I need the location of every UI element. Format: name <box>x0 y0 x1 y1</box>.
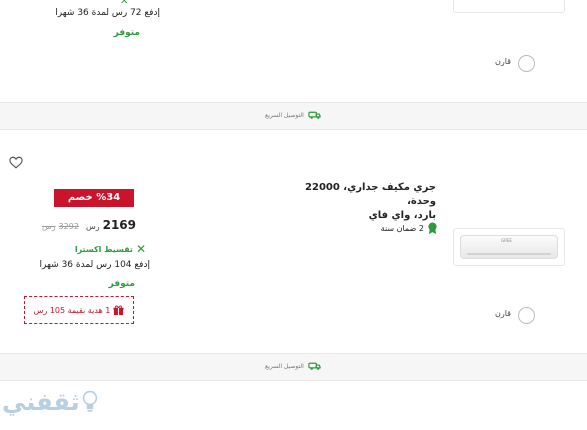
fast-delivery-bar: التوصيل السريع <box>0 102 587 130</box>
lightbulb-icon <box>82 390 97 412</box>
heart-icon[interactable] <box>9 156 23 169</box>
warranty-label: 2 ضمان سنة <box>380 224 424 233</box>
watermark-text: ثقفني <box>2 388 80 416</box>
compare-radio[interactable] <box>518 307 535 324</box>
warranty-row: 2 ضمان سنة <box>370 222 438 235</box>
brand-logo: GREE <box>501 238 512 243</box>
compare-label: قارن <box>495 57 511 66</box>
gift-icon <box>113 305 124 315</box>
gift-badge[interactable]: 1 هدية بقيمة 105 رس <box>24 296 134 324</box>
fast-delivery-label: التوصيل السريع <box>265 111 304 119</box>
truck-icon <box>308 362 321 370</box>
product-image[interactable]: GREE <box>453 228 565 266</box>
fast-delivery-bar: التوصيل السريع <box>0 353 587 381</box>
installment-text: إدفع 72 رس لمدة 36 شهرا <box>55 8 160 18</box>
air-conditioner-icon: GREE <box>460 235 558 259</box>
installment-icon: ✕ <box>135 242 146 256</box>
watermark: ثقفني <box>2 380 112 424</box>
old-price: 3292 <box>58 222 79 231</box>
old-currency: رس <box>41 222 56 231</box>
gift-text: 1 هدية بقيمة 105 رس <box>33 305 111 315</box>
availability-label: متوفر <box>108 279 135 289</box>
compare-radio[interactable] <box>518 55 535 72</box>
warranty-badge-icon <box>428 222 437 234</box>
product-title-line1: جري مكيف جداري، 22000 وحدة، <box>305 182 436 207</box>
fast-delivery-badge: التوصيل السريع <box>265 361 321 371</box>
product-title-line2: بارد، واي فاي <box>368 210 436 221</box>
availability-label: متوفر <box>113 28 140 38</box>
product-title[interactable]: جري مكيف جداري، 22000 وحدة، بارد، واي فا… <box>290 181 436 223</box>
price-row: رس 3292 رس 2169 <box>42 218 136 232</box>
product-card-2: جري مكيف جداري، 22000 وحدة، بارد، واي فا… <box>0 150 587 350</box>
installment-text: إدفع 104 رس لمدة 36 شهرا <box>39 260 150 270</box>
price: 2169 <box>102 218 136 232</box>
installment-icon: ✕ <box>120 0 129 7</box>
installment-brand: تقسيط اكسترا <box>74 244 133 254</box>
truck-icon <box>308 111 321 119</box>
product-card-1: ✕ إدفع 72 رس لمدة 36 شهرا متوفر قارن <box>0 0 587 100</box>
price-currency: رس <box>85 222 100 231</box>
discount-badge: %34 خصم <box>54 189 134 207</box>
installment-brand-row: ✕ تقسيط اكسترا <box>50 242 146 256</box>
fast-delivery-badge: التوصيل السريع <box>265 110 321 120</box>
fast-delivery-label: التوصيل السريع <box>265 362 304 370</box>
product-image[interactable] <box>453 0 565 13</box>
compare-label: قارن <box>495 309 511 318</box>
